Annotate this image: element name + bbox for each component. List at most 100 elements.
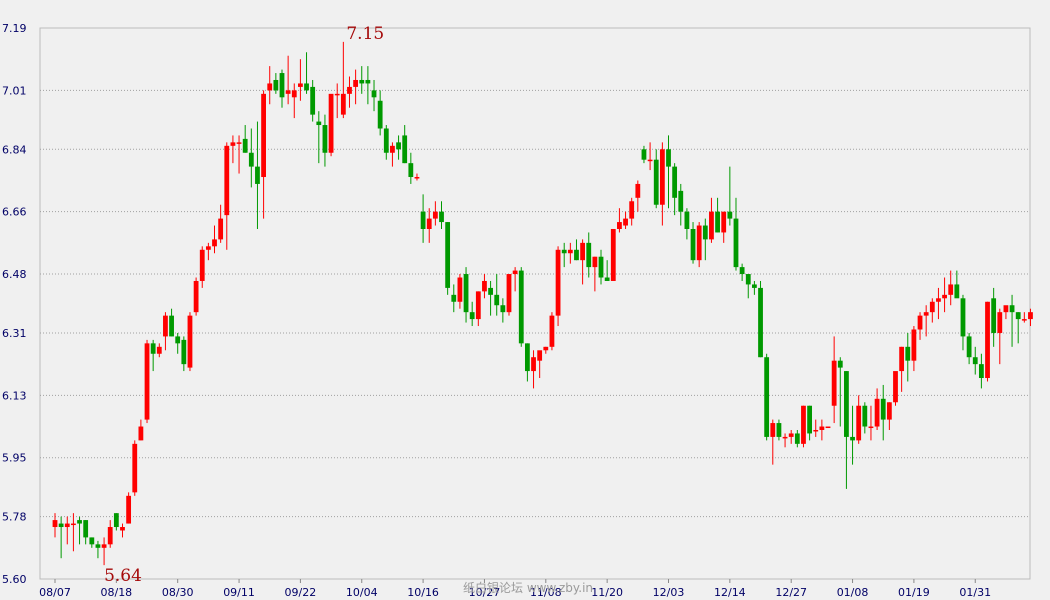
candle-body (788, 433, 794, 437)
candle-body (426, 218, 432, 229)
candle-body (58, 523, 64, 528)
candle-body (917, 315, 923, 330)
candle-body (856, 405, 862, 441)
candle (193, 277, 199, 316)
candle (187, 312, 193, 372)
candle-body (316, 121, 322, 126)
candle (549, 312, 555, 351)
candle-body (1003, 305, 1009, 313)
candle-body (807, 405, 813, 434)
candle-body (218, 218, 224, 240)
candle-body (488, 287, 493, 295)
x-tick-label: 09/11 (223, 586, 255, 599)
candle (144, 339, 150, 424)
candle-body (212, 239, 217, 247)
candle-body (936, 298, 941, 302)
candle (506, 274, 512, 316)
candle-body (475, 291, 481, 320)
candle-body (420, 211, 426, 229)
candle (764, 353, 770, 441)
candle-body (236, 142, 242, 144)
x-tick-label: 10/04 (346, 586, 378, 599)
x-tick-label: 12/27 (775, 586, 807, 599)
candle-body (899, 346, 905, 372)
candle-body (978, 364, 984, 379)
candle-body (451, 294, 457, 302)
candle-body (396, 142, 401, 150)
candle-body (365, 79, 371, 84)
candle (610, 228, 616, 281)
candle-body (911, 329, 917, 361)
candle-body (120, 527, 125, 531)
candle-body (408, 163, 414, 178)
y-tick-label: 6.31 (2, 327, 27, 340)
candle-body (868, 426, 874, 429)
min-price-label: 5.64 (104, 566, 142, 586)
candle-body (255, 166, 260, 184)
candle-body (659, 149, 665, 205)
candle-body (291, 90, 297, 98)
x-tick-label: 01/08 (837, 586, 869, 599)
candle-body (929, 301, 935, 313)
y-tick-label: 5.78 (2, 511, 27, 524)
candle-body (985, 301, 990, 379)
candle-body (132, 443, 138, 493)
candle-body (402, 135, 408, 164)
candle-body (635, 183, 641, 198)
x-tick-label: 12/03 (653, 586, 685, 599)
y-tick-label: 6.84 (2, 143, 27, 156)
candle-body (181, 339, 187, 365)
x-tick-label: 08/30 (162, 586, 194, 599)
candle-body (383, 128, 389, 153)
y-tick-label: 7.19 (2, 22, 27, 35)
candle-body (298, 83, 303, 87)
plot-area (39, 27, 1031, 580)
candle-body (334, 93, 340, 96)
candle-body (555, 249, 561, 316)
candle-body (359, 79, 365, 84)
candle-body (353, 79, 359, 87)
y-tick-label: 6.66 (2, 206, 27, 219)
y-axis: 7.19 7.01 6.84 6.66 6.48 6.31 6.13 5.95 5.78 5.60 (2, 22, 27, 586)
candle-body (205, 246, 211, 250)
x-tick-label: 09/22 (285, 586, 317, 599)
candle-body (727, 211, 733, 219)
candle (328, 93, 334, 157)
candle (555, 246, 561, 327)
candle-body (972, 357, 978, 365)
candle (132, 440, 138, 496)
candle-body (1021, 319, 1027, 321)
candle (825, 426, 831, 429)
candle (518, 267, 524, 347)
candle-body (850, 436, 855, 441)
candle-body (721, 211, 727, 233)
candle-body (377, 100, 383, 129)
x-tick-label: 12/14 (714, 586, 746, 599)
candle-body (709, 211, 714, 240)
candle-body (997, 312, 1003, 333)
forum-watermark: 纸白银论坛 www.zby.in (463, 580, 593, 595)
candle-body (230, 142, 236, 146)
candle-body (156, 346, 162, 354)
x-tick-label: 08/18 (100, 586, 132, 599)
candle-body (175, 336, 181, 344)
candle (801, 405, 806, 448)
x-tick-label: 01/31 (959, 586, 991, 599)
candle-body (948, 284, 954, 295)
candle-body (89, 537, 95, 545)
y-tick-label: 6.13 (2, 389, 27, 402)
candle (445, 222, 451, 295)
candle-body (390, 145, 395, 153)
candle-body (874, 398, 880, 427)
candle-body (715, 211, 720, 233)
candle-body (617, 222, 622, 229)
candle-body (905, 346, 911, 361)
candle-body (101, 544, 107, 548)
candle-body (285, 90, 291, 94)
candle-body (880, 398, 886, 420)
candle-body (439, 211, 444, 223)
candlestick-chart: 7.19 7.01 6.84 6.66 6.48 6.31 6.13 5.95 5.78 5.60… (2, 22, 1033, 599)
candle-body (248, 152, 254, 167)
candle-body (966, 336, 972, 358)
candle-body (261, 93, 266, 178)
